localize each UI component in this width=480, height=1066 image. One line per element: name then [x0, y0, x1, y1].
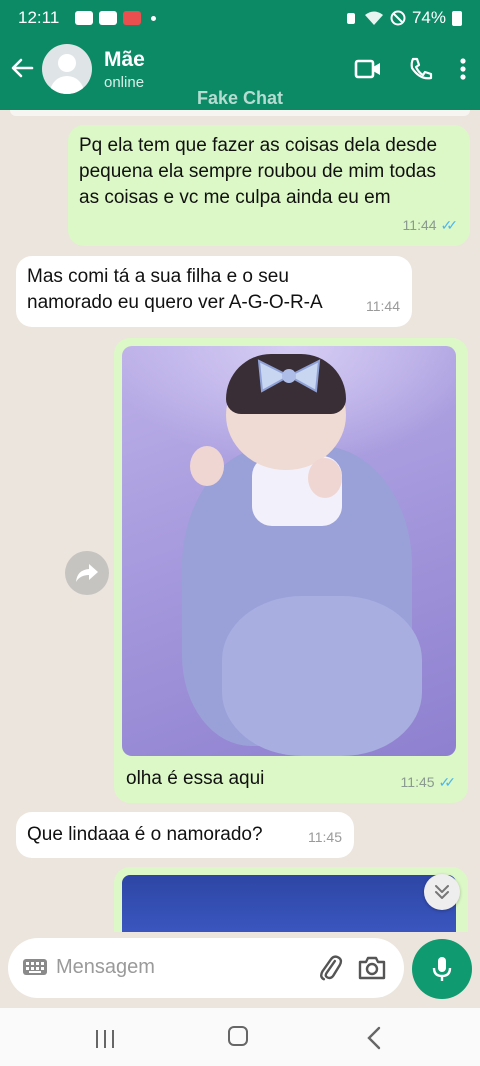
- partial-photo[interactable]: [122, 875, 456, 932]
- message-time: 11:45: [308, 829, 342, 845]
- message-bubble-image-outgoing[interactable]: olha é essa aqui 11:45 ✓✓: [114, 338, 468, 803]
- chat-messages[interactable]: Pq ela tem que fazer as coisas dela desd…: [0, 110, 480, 932]
- message-time: 11:44: [402, 217, 437, 233]
- message-bubble-image-outgoing[interactable]: [114, 867, 468, 932]
- recent-apps-icon[interactable]: [94, 1028, 116, 1050]
- do-not-disturb-icon: [390, 10, 406, 26]
- battery-icon: [452, 10, 462, 26]
- more-vert-icon[interactable]: [460, 57, 466, 81]
- baby-photo[interactable]: [122, 346, 456, 756]
- alarm-icon: [346, 13, 355, 24]
- camera-icon[interactable]: [358, 955, 386, 981]
- system-navigation-bar: [0, 1008, 480, 1066]
- more-notifications-icon: [151, 15, 157, 21]
- message-composer: Mensagem: [0, 932, 480, 1008]
- message-time: 11:45: [400, 774, 435, 790]
- phone-icon[interactable]: [408, 56, 434, 82]
- battery-percent: 74%: [411, 8, 446, 27]
- message-bubble-incoming[interactable]: Que lindaaa é o namorado? 11:45: [16, 812, 354, 858]
- message-placeholder: Mensagem: [56, 956, 155, 978]
- previous-message-edge: [10, 110, 470, 116]
- image-caption: olha é essa aqui: [126, 768, 265, 789]
- video-call-icon[interactable]: [354, 58, 382, 80]
- scroll-down-button[interactable]: [424, 874, 460, 910]
- read-ticks-icon: ✓✓: [438, 774, 457, 790]
- forward-button[interactable]: [65, 551, 109, 595]
- read-ticks-icon: ✓✓: [440, 217, 459, 233]
- status-bar: 12:11 74%: [0, 0, 480, 36]
- status-time: 12:11: [18, 8, 60, 27]
- message-bubble-outgoing[interactable]: Pq ela tem que fazer as coisas dela desd…: [68, 125, 470, 246]
- arrow-left-icon[interactable]: [8, 54, 36, 82]
- paperclip-icon[interactable]: [316, 954, 344, 982]
- message-input[interactable]: Mensagem: [8, 938, 404, 998]
- watermark: Fake Chat: [196, 88, 284, 108]
- message-text: Que lindaaa é o namorado?: [27, 824, 263, 845]
- contact-name[interactable]: Mãe: [104, 48, 145, 72]
- message-time: 11:44: [366, 298, 400, 314]
- forward-icon: [76, 564, 98, 582]
- keyboard-icon[interactable]: [22, 957, 48, 977]
- message-text: Mas comi tá a sua filha e o seu namorado…: [27, 266, 323, 313]
- video-notification-icon: [99, 11, 118, 25]
- notification-icon: [75, 11, 94, 25]
- app-notification-icon: [123, 11, 142, 25]
- avatar[interactable]: [42, 44, 92, 94]
- system-back-icon[interactable]: [366, 1026, 382, 1050]
- wifi-icon: [364, 11, 383, 25]
- double-chevron-down-icon: [435, 885, 449, 899]
- message-bubble-incoming[interactable]: Mas comi tá a sua filha e o seu namorado…: [16, 256, 412, 327]
- voice-record-button[interactable]: [412, 939, 472, 999]
- microphone-icon: [432, 957, 452, 981]
- home-icon[interactable]: [228, 1026, 248, 1046]
- message-text: Pq ela tem que fazer as coisas dela desd…: [79, 135, 438, 208]
